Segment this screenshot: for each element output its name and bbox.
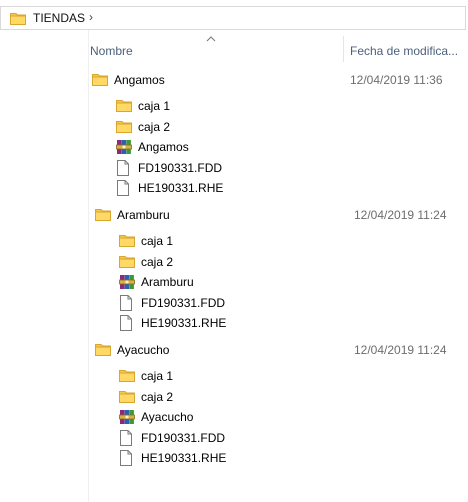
breadcrumb-chevron-icon[interactable]: › [89,10,93,24]
sort-ascending-icon [206,36,216,42]
address-bar[interactable]: TIENDAS › [0,6,466,30]
column-header-name[interactable]: Nombre [90,44,133,58]
folder-icon [92,72,108,86]
navigation-pane [0,30,89,502]
item-name: caja 1 [141,234,174,248]
winrar-archive-icon [116,139,132,155]
folder-icon [119,254,135,268]
file-icon [119,429,133,446]
column-header-date[interactable]: Fecha de modifica... [350,44,458,58]
file-icon [119,294,133,311]
address-path[interactable]: TIENDAS [33,11,85,25]
modified-date: 12/04/2019 11:24 [354,343,447,357]
folder-name: Aramburu [117,208,170,222]
item-name: Angamos [138,140,189,154]
file-icon [119,315,133,331]
folder-icon [119,389,135,403]
item-name: HE190331.RHE [141,451,227,465]
item-name: HE190331.RHE [141,316,227,330]
item-name: FD190331.FDD [138,160,223,175]
folder-icon [116,98,132,112]
winrar-archive-icon [119,409,135,425]
folder-icon [95,342,111,356]
item-name: Aramburu [141,275,194,289]
item-name: Ayacucho [141,410,194,424]
item-name: caja 1 [141,369,174,383]
modified-date: 12/04/2019 11:24 [354,208,447,222]
file-icon [119,450,133,466]
item-name: caja 1 [138,99,171,113]
item-name: FD190331.FDD [141,430,226,445]
file-icon [116,159,130,176]
folder-icon [116,119,132,133]
modified-date: 12/04/2019 11:36 [350,73,443,87]
folder-icon [10,11,26,25]
item-name: caja 2 [141,389,174,404]
folder-name: Ayacucho [117,343,170,357]
folder-icon [119,368,135,382]
column-divider[interactable] [343,36,344,62]
item-name: HE190331.RHE [138,181,224,195]
item-name: caja 2 [138,119,171,134]
winrar-archive-icon [119,274,135,290]
file-icon [116,180,130,196]
folder-name: Angamos [114,73,165,87]
item-name: FD190331.FDD [141,295,226,310]
item-name: caja 2 [141,254,174,269]
folder-icon [119,233,135,247]
folder-icon [95,207,111,221]
